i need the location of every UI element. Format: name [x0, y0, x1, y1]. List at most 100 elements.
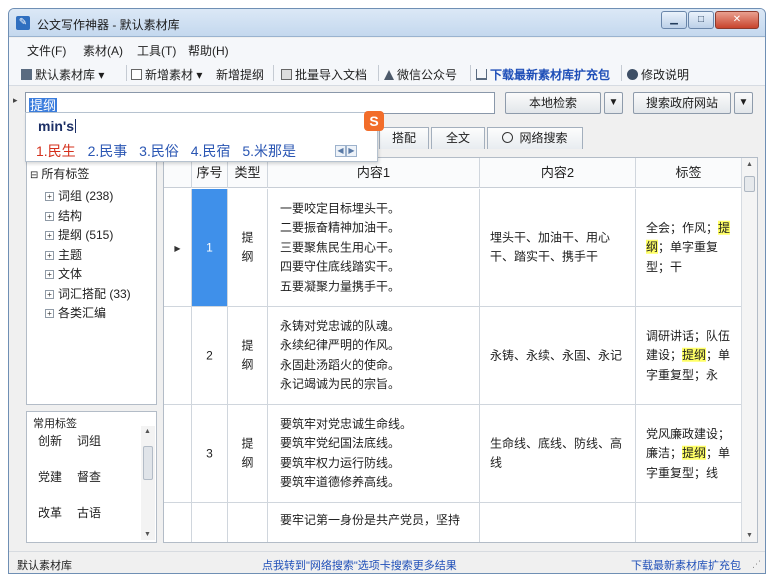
cell-tags[interactable]: 党风廉政建设；廉洁；提纲；单字重复型；线: [636, 405, 742, 502]
grid-scrollbar[interactable]: ▲ ▼: [741, 158, 757, 542]
tree-item[interactable]: + 结构: [45, 207, 82, 224]
tree-root[interactable]: ⊟ 所有标签: [30, 165, 89, 182]
scroll-thumb[interactable]: [143, 446, 153, 480]
common-tag[interactable]: 创新: [38, 432, 62, 449]
row-indicator[interactable]: [164, 307, 192, 404]
search-input[interactable]: 提纲: [25, 92, 495, 114]
close-button[interactable]: ✕: [715, 11, 759, 29]
scroll-down-icon[interactable]: ▼: [746, 532, 753, 539]
ime-pager: ◀ ▶: [335, 145, 357, 157]
common-tag[interactable]: 改革: [38, 504, 62, 521]
gov-search-dropdown[interactable]: ▼: [734, 92, 753, 114]
tab-web-search[interactable]: 网络搜索: [487, 127, 583, 149]
expand-icon[interactable]: +: [45, 192, 54, 201]
common-tag[interactable]: 词组: [77, 432, 101, 449]
cell-content2[interactable]: 生命线、底线、防线、高线: [480, 405, 636, 502]
ime-candidate[interactable]: 2.民事: [88, 143, 128, 159]
cell-content1[interactable]: 一要咬定目标埋头干。 二要振奋精神加油干。 三要聚焦民生用心干。 四要守住底线踏…: [268, 189, 480, 306]
column-header[interactable]: 序号: [192, 158, 228, 188]
cell-tags[interactable]: [636, 503, 742, 542]
row-indicator[interactable]: ▶: [164, 189, 192, 306]
gov-search-button[interactable]: 搜索政府网站: [633, 92, 731, 114]
ime-caret: [75, 119, 77, 133]
expand-icon[interactable]: +: [45, 211, 54, 221]
cell-content1[interactable]: 永铸对党忠诚的队魂。 永续纪律严明的作风。 永固赴汤蹈火的使命。 永记竭诚为民的…: [268, 307, 480, 404]
table-row[interactable]: 3 提 纲 要筑牢对党忠诚生命线。 要筑牢党纪国法底线。 要筑牢权力运行防线。 要筑…: [164, 405, 742, 503]
local-search-dropdown[interactable]: ▼: [604, 92, 623, 114]
ime-candidate[interactable]: 1.民生: [36, 143, 76, 159]
ime-candidate[interactable]: 3.民俗: [139, 143, 179, 159]
scroll-down-icon[interactable]: ▼: [144, 531, 151, 538]
scroll-up-icon[interactable]: ▲: [746, 161, 753, 168]
toolbar-divider: [621, 65, 622, 81]
common-tag[interactable]: 古语: [77, 504, 101, 521]
cell-no[interactable]: 3: [192, 405, 228, 502]
column-header[interactable]: 内容2: [480, 158, 636, 188]
download-pack-button[interactable]: 下载最新素材库扩充包: [476, 66, 610, 83]
tree-item[interactable]: + 词组 (238): [45, 187, 113, 204]
menu-material[interactable]: 素材(A): [83, 42, 123, 59]
scroll-thumb[interactable]: [744, 176, 755, 192]
cell-type[interactable]: 提 纲: [228, 307, 268, 404]
cell-content1[interactable]: 要牢记第一身份是共产党员，坚持: [268, 503, 480, 542]
cell-tags[interactable]: 调研讲话；队伍建设；提纲；单字重复型；永: [636, 307, 742, 404]
tree-item[interactable]: + 文体: [45, 265, 82, 282]
cell-content2[interactable]: 埋头干、加油干、用心干、踏实干、携手干: [480, 189, 636, 306]
cell-type[interactable]: 提 纲: [228, 405, 268, 502]
tree-item[interactable]: + 主题: [45, 246, 82, 263]
ime-candidate[interactable]: 4.民宿: [191, 143, 231, 159]
cell-content2[interactable]: 永铸、永续、永固、永记: [480, 307, 636, 404]
row-indicator[interactable]: [164, 503, 192, 542]
scroll-up-icon[interactable]: ▲: [144, 428, 151, 435]
menu-file[interactable]: 文件(F): [27, 42, 66, 59]
expand-icon[interactable]: +: [45, 270, 54, 279]
menu-tools[interactable]: 工具(T): [137, 42, 176, 59]
minimize-button[interactable]: ▁: [661, 11, 687, 29]
ime-candidate[interactable]: 5.米那是: [242, 143, 296, 159]
status-web-search-link[interactable]: 点我转到"网络搜索"选项卡搜索更多结果: [262, 557, 457, 573]
menu-help[interactable]: 帮助(H): [188, 42, 229, 59]
resize-grip-icon[interactable]: ⋰: [752, 559, 761, 570]
tree-item[interactable]: + 提纲 (515): [45, 226, 113, 243]
common-tags-scrollbar[interactable]: ▲ ▼: [141, 426, 155, 540]
cell-no[interactable]: 1: [192, 189, 228, 306]
cell-type[interactable]: [228, 503, 268, 542]
expand-icon[interactable]: +: [45, 231, 54, 240]
maximize-button[interactable]: □: [688, 11, 714, 29]
ime-next-icon[interactable]: ▶: [346, 145, 357, 157]
status-download-link[interactable]: 下载最新素材库扩充包: [631, 557, 741, 573]
cell-type[interactable]: 提 纲: [228, 189, 268, 306]
collapse-icon[interactable]: ⊟: [30, 170, 38, 181]
column-header[interactable]: 类型: [228, 158, 268, 188]
tree-item[interactable]: + 词汇搭配 (33): [45, 285, 131, 302]
help-notes-button[interactable]: 修改说明: [627, 66, 689, 83]
import-icon: [281, 69, 292, 80]
tree-item[interactable]: + 各类汇编: [45, 304, 106, 321]
wechat-button[interactable]: 微信公众号: [384, 66, 457, 83]
cell-content1[interactable]: 要筑牢对党忠诚生命线。 要筑牢党纪国法底线。 要筑牢权力运行防线。 要筑牢道德修…: [268, 405, 480, 502]
tab-fulltext[interactable]: 全文: [431, 127, 485, 149]
ime-prev-icon[interactable]: ◀: [335, 145, 346, 157]
tab-collocation[interactable]: 搭配: [379, 127, 429, 149]
cell-content2[interactable]: [480, 503, 636, 542]
expand-icon[interactable]: +: [45, 309, 54, 318]
expand-icon[interactable]: +: [45, 289, 54, 299]
table-row[interactable]: ▶ 1 提 纲 一要咬定目标埋头干。 二要振奋精神加油干。 三要聚焦民生用心干。 四要…: [164, 189, 742, 307]
cell-no[interactable]: [192, 503, 228, 542]
new-material-button[interactable]: 新增素材 ▾: [131, 66, 202, 83]
batch-import-button[interactable]: 批量导入文档: [281, 66, 367, 83]
local-search-button[interactable]: 本地检索: [505, 92, 601, 114]
column-header[interactable]: 标签: [636, 158, 742, 188]
row-indicator[interactable]: [164, 405, 192, 502]
table-row[interactable]: 2 提 纲 永铸对党忠诚的队魂。 永续纪律严明的作风。 永固赴汤蹈火的使命。 永记竭…: [164, 307, 742, 405]
table-row[interactable]: 要牢记第一身份是共产党员，坚持: [164, 503, 742, 542]
common-tag[interactable]: 党建: [38, 468, 62, 485]
cell-tags[interactable]: 全会；作风；提纲；单字重复型；干: [636, 189, 742, 306]
cell-no[interactable]: 2: [192, 307, 228, 404]
expand-icon[interactable]: +: [45, 250, 54, 260]
cell-content1-text: 永铸对党忠诚的队魂。 永续纪律严明的作风。 永固赴汤蹈火的使命。 永记竭诚为民的…: [280, 318, 401, 392]
common-tag[interactable]: 督查: [77, 468, 101, 485]
new-outline-button[interactable]: 新增提纲: [216, 66, 264, 83]
library-selector[interactable]: 默认素材库 ▾: [21, 66, 104, 83]
column-header[interactable]: 内容1: [268, 158, 480, 188]
